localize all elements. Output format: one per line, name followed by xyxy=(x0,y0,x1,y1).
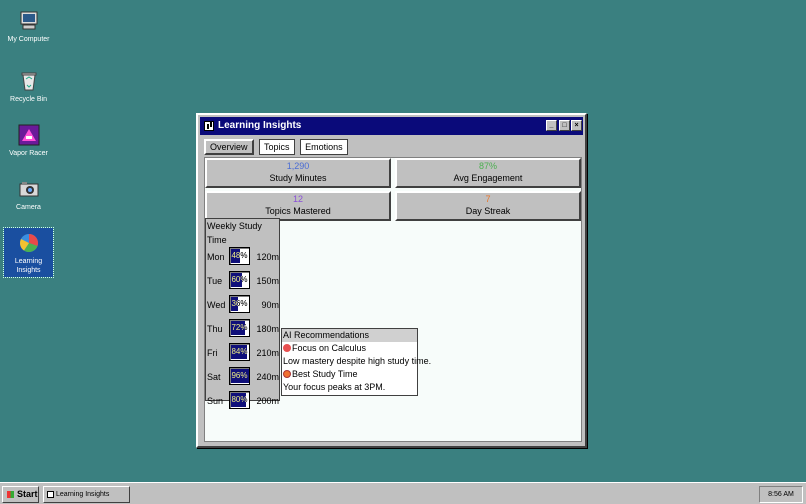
camera-icon xyxy=(18,178,40,200)
desktop-icon-vapor-racer[interactable]: Vapor Racer xyxy=(4,124,53,158)
recommendation-heading: Focus on Calculus xyxy=(282,342,417,355)
close-button[interactable]: × xyxy=(571,120,582,131)
tab-bar: Overview Topics Emotions xyxy=(204,139,351,155)
overview-panel: 1,290 Study Minutes 87% Avg Engagement 1… xyxy=(204,157,582,442)
recommendation-text: Low mastery despite high study time. xyxy=(283,356,432,366)
alarm-clock-icon xyxy=(283,370,291,378)
desktop-icon-camera[interactable]: Camera xyxy=(4,178,53,212)
weekly-day-row: Thu 72% 180m xyxy=(206,319,279,343)
progress-percent: 96% xyxy=(231,371,248,380)
recommendation-text: Your focus peaks at 3PM. xyxy=(283,382,386,392)
stat-value: 1,290 xyxy=(286,161,310,171)
weekly-day-row: Sun 80% 200m xyxy=(206,391,279,415)
desktop-icon-label: My Computer xyxy=(7,36,50,43)
app-chart-icon xyxy=(47,491,54,498)
tab-overview[interactable]: Overview xyxy=(204,139,254,155)
day-progress-bar: 84% xyxy=(229,343,250,361)
taskbar: Start Learning Insights 8:56 AM xyxy=(0,482,806,504)
stat-card-topics-mastered: 12 Topics Mastered xyxy=(205,191,391,221)
progress-percent: 72% xyxy=(231,323,248,332)
day-label: Wed xyxy=(207,300,226,310)
weekly-day-row: Mon 48% 120m xyxy=(206,247,279,271)
stat-value: 12 xyxy=(292,194,303,204)
windows-logo-icon xyxy=(7,491,14,498)
day-minutes: 120m xyxy=(256,252,279,262)
day-label: Sat xyxy=(207,372,221,382)
learning-insights-window: Learning Insights _ □ × Overview Topics … xyxy=(196,113,587,448)
weekly-day-row: Fri 84% 210m xyxy=(206,343,279,367)
progress-percent: 84% xyxy=(231,347,248,356)
desktop-icon-recycle-bin[interactable]: Recycle Bin xyxy=(4,70,53,104)
stat-label: Avg Engagement xyxy=(453,173,523,183)
day-minutes: 200m xyxy=(256,396,279,406)
window-titlebar[interactable]: Learning Insights _ □ × xyxy=(200,117,583,135)
tab-topics[interactable]: Topics xyxy=(259,139,295,155)
recommendation-heading: Best Study Time xyxy=(282,368,417,381)
window-title: Learning Insights xyxy=(218,120,302,131)
tab-emotions[interactable]: Emotions xyxy=(300,139,348,155)
weekly-day-row: Tue 60% 150m xyxy=(206,271,279,295)
day-progress-bar: 48% xyxy=(229,247,250,265)
day-progress-bar: 72% xyxy=(229,319,250,337)
desktop-icon-label: Recycle Bin xyxy=(10,96,47,103)
day-progress-bar: 80% xyxy=(229,391,250,409)
day-minutes: 240m xyxy=(256,372,279,382)
desktop-icon-label: Learning Insights xyxy=(14,258,43,274)
day-progress-bar: 36% xyxy=(229,295,250,313)
maximize-button[interactable]: □ xyxy=(559,120,570,131)
computer-icon xyxy=(18,10,40,32)
stat-value: 87% xyxy=(478,161,497,171)
taskbar-item-learning-insights[interactable]: Learning Insights xyxy=(43,486,130,503)
taskbar-item-label: Learning Insights xyxy=(56,491,110,498)
stat-label: Topics Mastered xyxy=(265,206,331,216)
desktop-icon-label: Camera xyxy=(16,204,41,211)
stat-card-day-streak: 7 Day Streak xyxy=(395,191,581,221)
weekly-title: Weekly Study Time xyxy=(207,221,262,245)
day-progress-bar: 60% xyxy=(229,271,250,289)
stat-label: Day Streak xyxy=(465,206,511,216)
start-label: Start xyxy=(17,489,38,499)
stat-card-study-minutes: 1,290 Study Minutes xyxy=(205,158,391,188)
start-button[interactable]: Start xyxy=(2,486,39,503)
system-clock: 8:56 AM xyxy=(759,486,803,503)
progress-percent: 80% xyxy=(231,395,248,404)
weekly-day-row: Wed 36% 90m xyxy=(206,295,279,319)
progress-percent: 60% xyxy=(231,275,248,284)
day-minutes: 150m xyxy=(256,276,279,286)
day-minutes: 180m xyxy=(256,324,279,334)
day-progress-bar: 96% xyxy=(229,367,250,385)
stat-label: Study Minutes xyxy=(269,173,327,183)
day-label: Fri xyxy=(207,348,218,358)
progress-percent: 36% xyxy=(231,299,248,308)
day-label: Sun xyxy=(207,396,224,406)
day-label: Mon xyxy=(207,252,225,262)
day-label: Thu xyxy=(207,324,223,334)
target-icon xyxy=(283,344,291,352)
day-minutes: 210m xyxy=(256,348,279,358)
day-label: Tue xyxy=(207,276,223,286)
weekly-study-time-panel: Weekly Study Time Mon 48% 120m Tue 60% 150m We… xyxy=(205,218,280,409)
day-minutes: 90m xyxy=(261,300,279,310)
stat-card-avg-engagement: 87% Avg Engagement xyxy=(395,158,581,188)
stat-value: 7 xyxy=(485,194,491,204)
minimize-button[interactable]: _ xyxy=(546,120,557,131)
recycle-bin-icon xyxy=(18,70,40,92)
game-icon xyxy=(18,124,40,146)
app-chart-icon xyxy=(204,121,214,131)
pie-chart-icon xyxy=(18,232,40,254)
desktop-icon-my-computer[interactable]: My Computer xyxy=(4,10,53,44)
desktop-icon-learning-insights[interactable]: Learning Insights xyxy=(3,227,54,278)
desktop-icon-label: Vapor Racer xyxy=(9,150,48,157)
weekly-day-row: Sat 96% 240m xyxy=(206,367,279,391)
recommendations-title: AI Recommendations xyxy=(282,329,417,342)
progress-percent: 48% xyxy=(231,251,248,260)
ai-recommendations-panel: AI Recommendations Focus on Calculus Low… xyxy=(281,328,432,396)
